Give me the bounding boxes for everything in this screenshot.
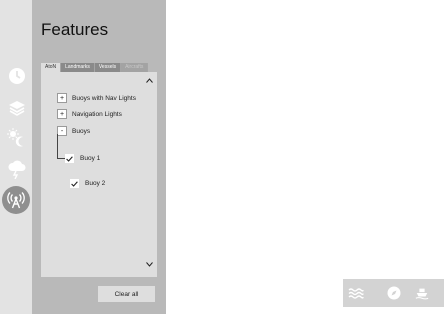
features-panel: Features AtoN Landmarks Vessels Aircraft… <box>32 0 166 314</box>
list-item-buoys[interactable]: - Buoys <box>57 126 90 136</box>
checkbox-checked[interactable] <box>70 179 79 188</box>
signal-tower-icon[interactable] <box>2 186 30 214</box>
tab-aircrafts: Aircrafts <box>121 63 149 72</box>
ship-icon[interactable] <box>415 285 429 301</box>
weather-icon[interactable] <box>6 158 28 180</box>
list-item-navigation-lights[interactable]: + Navigation Lights <box>57 109 122 119</box>
waves-icon[interactable] <box>348 285 364 301</box>
tab-landmarks[interactable]: Landmarks <box>61 63 95 72</box>
checkbox-checked[interactable] <box>65 154 74 163</box>
tab-aton[interactable]: AtoN <box>41 63 62 72</box>
list-item-label: Buoys with Nav Lights <box>72 94 136 102</box>
bottom-toolbar <box>343 279 444 307</box>
list-item-label: Navigation Lights <box>72 110 122 118</box>
day-night-icon[interactable] <box>6 126 28 148</box>
left-rail <box>0 0 32 314</box>
tab-vessels[interactable]: Vessels <box>94 63 122 72</box>
checkmark-icon <box>71 180 78 187</box>
expand-button[interactable]: + <box>57 93 67 103</box>
checkmark-icon <box>66 155 73 162</box>
feature-tabs: AtoN Landmarks Vessels Aircrafts <box>41 63 149 72</box>
feature-list: + Buoys with Nav Lights + Navigation Lig… <box>41 72 157 277</box>
clock-icon[interactable] <box>6 65 28 87</box>
list-item-buoy-1[interactable]: Buoy 1 <box>65 154 100 163</box>
compass-icon[interactable] <box>386 285 402 301</box>
chevron-down-icon[interactable] <box>146 260 153 269</box>
collapse-button[interactable]: - <box>57 126 67 136</box>
tree-connector <box>57 158 65 159</box>
list-item-label: Buoys <box>72 127 91 135</box>
list-item-label: Buoy 2 <box>85 180 106 187</box>
layers-icon[interactable] <box>6 97 28 119</box>
list-item-buoy-2[interactable]: Buoy 2 <box>70 179 105 188</box>
expand-button[interactable]: + <box>57 109 67 119</box>
chevron-up-icon[interactable] <box>146 76 153 85</box>
clear-all-button[interactable]: Clear all <box>98 286 155 302</box>
panel-title: Features <box>41 20 109 39</box>
tree-connector <box>57 134 58 158</box>
list-item-buoys-with-nav-lights[interactable]: + Buoys with Nav Lights <box>57 93 136 103</box>
list-item-label: Buoy 1 <box>80 155 101 162</box>
